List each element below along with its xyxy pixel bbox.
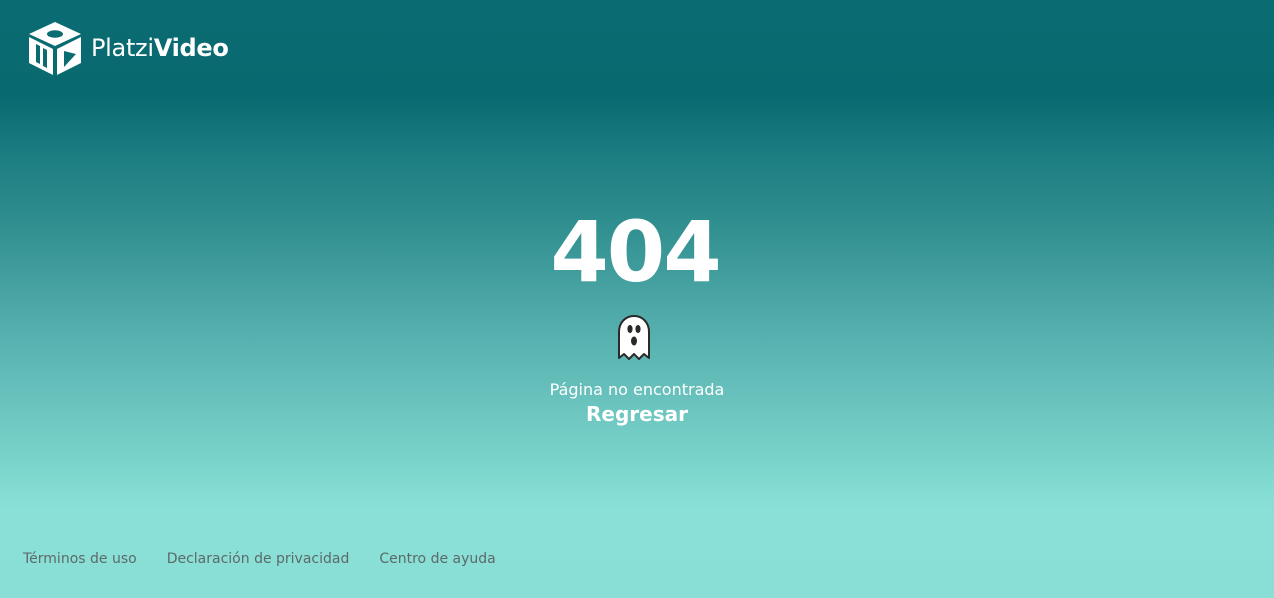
error-code: 404 <box>550 203 721 301</box>
footer-link-help-center[interactable]: Centro de ayuda <box>379 548 495 570</box>
platzi-video-logo-icon <box>29 22 81 75</box>
brand-name: Platzi Video <box>91 36 229 60</box>
home-logo-link[interactable]: Platzi Video <box>27 20 229 76</box>
brand-name-bold: Video <box>153 34 229 62</box>
site-header: Platzi Video <box>27 20 229 76</box>
footer-link-terms[interactable]: Términos de uso <box>23 548 137 570</box>
back-link[interactable]: Regresar <box>586 401 688 427</box>
brand-name-light: Platzi <box>91 34 154 62</box>
footer-link-privacy[interactable]: Declaración de privacidad <box>167 548 350 570</box>
error-message: Página no encontrada <box>549 380 725 399</box>
site-footer: Términos de uso Declaración de privacida… <box>23 548 496 570</box>
ghost-icon <box>618 315 650 360</box>
not-found-content: 404 Página no encontrada Regresar <box>0 202 1274 427</box>
